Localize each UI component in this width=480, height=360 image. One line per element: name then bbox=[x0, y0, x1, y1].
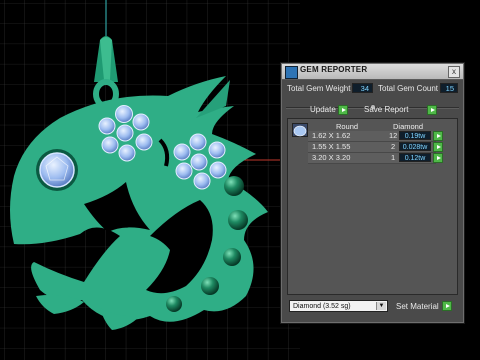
panel-titlebar[interactable]: GEM REPORTER x bbox=[282, 64, 463, 80]
app-icon bbox=[285, 66, 298, 79]
row-size: 1.62 X 1.62 bbox=[312, 131, 351, 140]
row-weight: 0.028tw bbox=[399, 142, 431, 151]
center-gem[interactable] bbox=[36, 149, 78, 191]
gem-reporter-panel: GEM REPORTER x Total Gem Weight 34 Total… bbox=[281, 63, 464, 323]
row-size: 3.20 X 3.20 bbox=[312, 153, 351, 162]
row-weight: 0.12tw bbox=[399, 153, 431, 162]
column-header-shape: Round bbox=[335, 122, 359, 131]
total-weight-value: 34 bbox=[352, 83, 373, 93]
total-weight-label: Total Gem Weight bbox=[287, 84, 351, 93]
row-play-icon[interactable] bbox=[433, 142, 443, 152]
row-play-icon[interactable] bbox=[433, 153, 443, 163]
update-button[interactable]: Update bbox=[310, 104, 336, 115]
update-play-icon[interactable] bbox=[338, 105, 348, 115]
save-report-button[interactable]: Save Report bbox=[364, 104, 408, 115]
chevron-down-icon[interactable]: ▼ bbox=[376, 302, 386, 310]
row-weight: 0.19tw bbox=[399, 131, 431, 140]
save-report-play-icon[interactable] bbox=[427, 105, 437, 115]
row-play-icon[interactable] bbox=[433, 131, 443, 141]
row-count: 12 bbox=[389, 131, 398, 140]
total-count-value: 15 bbox=[440, 83, 458, 93]
gem-thumbnail-icon[interactable] bbox=[292, 123, 308, 137]
set-material-button[interactable]: Set Material bbox=[396, 301, 439, 312]
close-icon[interactable]: x bbox=[448, 66, 460, 78]
total-count-label: Total Gem Count bbox=[378, 84, 439, 93]
set-material-play-icon[interactable] bbox=[442, 301, 452, 311]
close-glyph: x bbox=[452, 67, 456, 76]
row-count: 2 bbox=[391, 142, 396, 151]
row-size: 1.55 X 1.55 bbox=[312, 142, 351, 151]
gem-table: Round Diamond 1.62 X 1.62 12 0.19tw 1.55… bbox=[287, 118, 458, 295]
material-select-value: Diamond (3.52 sg) bbox=[293, 303, 351, 310]
material-select[interactable]: Diamond (3.52 sg) ▼ bbox=[289, 300, 388, 312]
column-header-material: Diamond bbox=[392, 122, 423, 131]
panel-title: GEM REPORTER bbox=[300, 65, 368, 74]
row-count: 1 bbox=[391, 153, 396, 162]
